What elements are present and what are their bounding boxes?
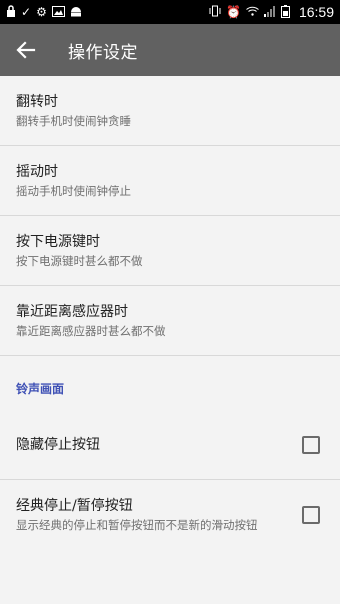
pref-classic-stop-pause[interactable]: 经典停止/暂停按钮 显示经典的停止和暂停按钮而不是新的滑动按钮 bbox=[0, 480, 340, 550]
back-arrow-icon bbox=[16, 41, 36, 59]
battery-icon bbox=[280, 4, 290, 20]
pref-title: 隐藏停止按钮 bbox=[16, 436, 100, 453]
gear-icon: ⚙ bbox=[36, 5, 47, 19]
pref-title: 经典停止/暂停按钮 bbox=[16, 498, 133, 514]
settings-list: 翻转时 翻转手机时使闹钟贪睡 摇动时 摇动手机时使闹钟停止 按下电源键时 按下电… bbox=[0, 76, 340, 550]
section-header-ringing-screen: 铃声画面 bbox=[16, 382, 65, 396]
pref-power-button[interactable]: 按下电源键时 按下电源键时甚么都不做 bbox=[0, 216, 340, 286]
classic-buttons-checkbox[interactable] bbox=[302, 506, 320, 524]
pref-title: 翻转时 bbox=[16, 93, 58, 110]
pref-summary: 按下电源键时甚么都不做 bbox=[16, 253, 143, 268]
wifi-icon bbox=[246, 6, 259, 18]
pref-summary: 摇动手机时使闹钟停止 bbox=[16, 183, 131, 198]
status-left-icons: ✓ ⚙ bbox=[6, 5, 82, 19]
hide-stop-checkbox[interactable] bbox=[302, 435, 320, 454]
pref-shake[interactable]: 摇动时 摇动手机时使闹钟停止 bbox=[0, 146, 340, 216]
page-title: 操作设定 bbox=[68, 42, 138, 63]
pref-flip[interactable]: 翻转时 翻转手机时使闹钟贪睡 bbox=[0, 76, 340, 146]
pref-hide-stop-button[interactable]: 隐藏停止按钮 bbox=[0, 410, 340, 480]
app-bar: 操作设定 bbox=[0, 24, 340, 76]
pref-summary: 翻转手机时使闹钟贪睡 bbox=[16, 113, 131, 128]
back-button[interactable] bbox=[0, 24, 52, 76]
status-right-icons: ⏰ 16:59 bbox=[209, 4, 334, 20]
android-icon bbox=[70, 6, 82, 19]
pref-summary: 靠近距离感应器时甚么都不做 bbox=[16, 323, 166, 338]
image-icon bbox=[51, 5, 65, 19]
vibrate-icon bbox=[209, 5, 221, 19]
pref-summary: 显示经典的停止和暂停按钮而不是新的滑动按钮 bbox=[16, 518, 258, 532]
signal-icon bbox=[263, 5, 276, 19]
pref-proximity-sensor[interactable]: 靠近距离感应器时 靠近距离感应器时甚么都不做 bbox=[0, 286, 340, 356]
alarm-icon: ⏰ bbox=[226, 5, 241, 19]
pref-title: 靠近距离感应器时 bbox=[16, 303, 128, 320]
status-bar: ✓ ⚙ ⏰ 16:59 bbox=[0, 0, 340, 24]
lock-icon bbox=[6, 5, 16, 19]
pref-title: 摇动时 bbox=[16, 163, 58, 180]
pref-title: 按下电源键时 bbox=[16, 233, 100, 250]
status-time: 16:59 bbox=[298, 4, 334, 20]
check-icon: ✓ bbox=[21, 5, 32, 19]
